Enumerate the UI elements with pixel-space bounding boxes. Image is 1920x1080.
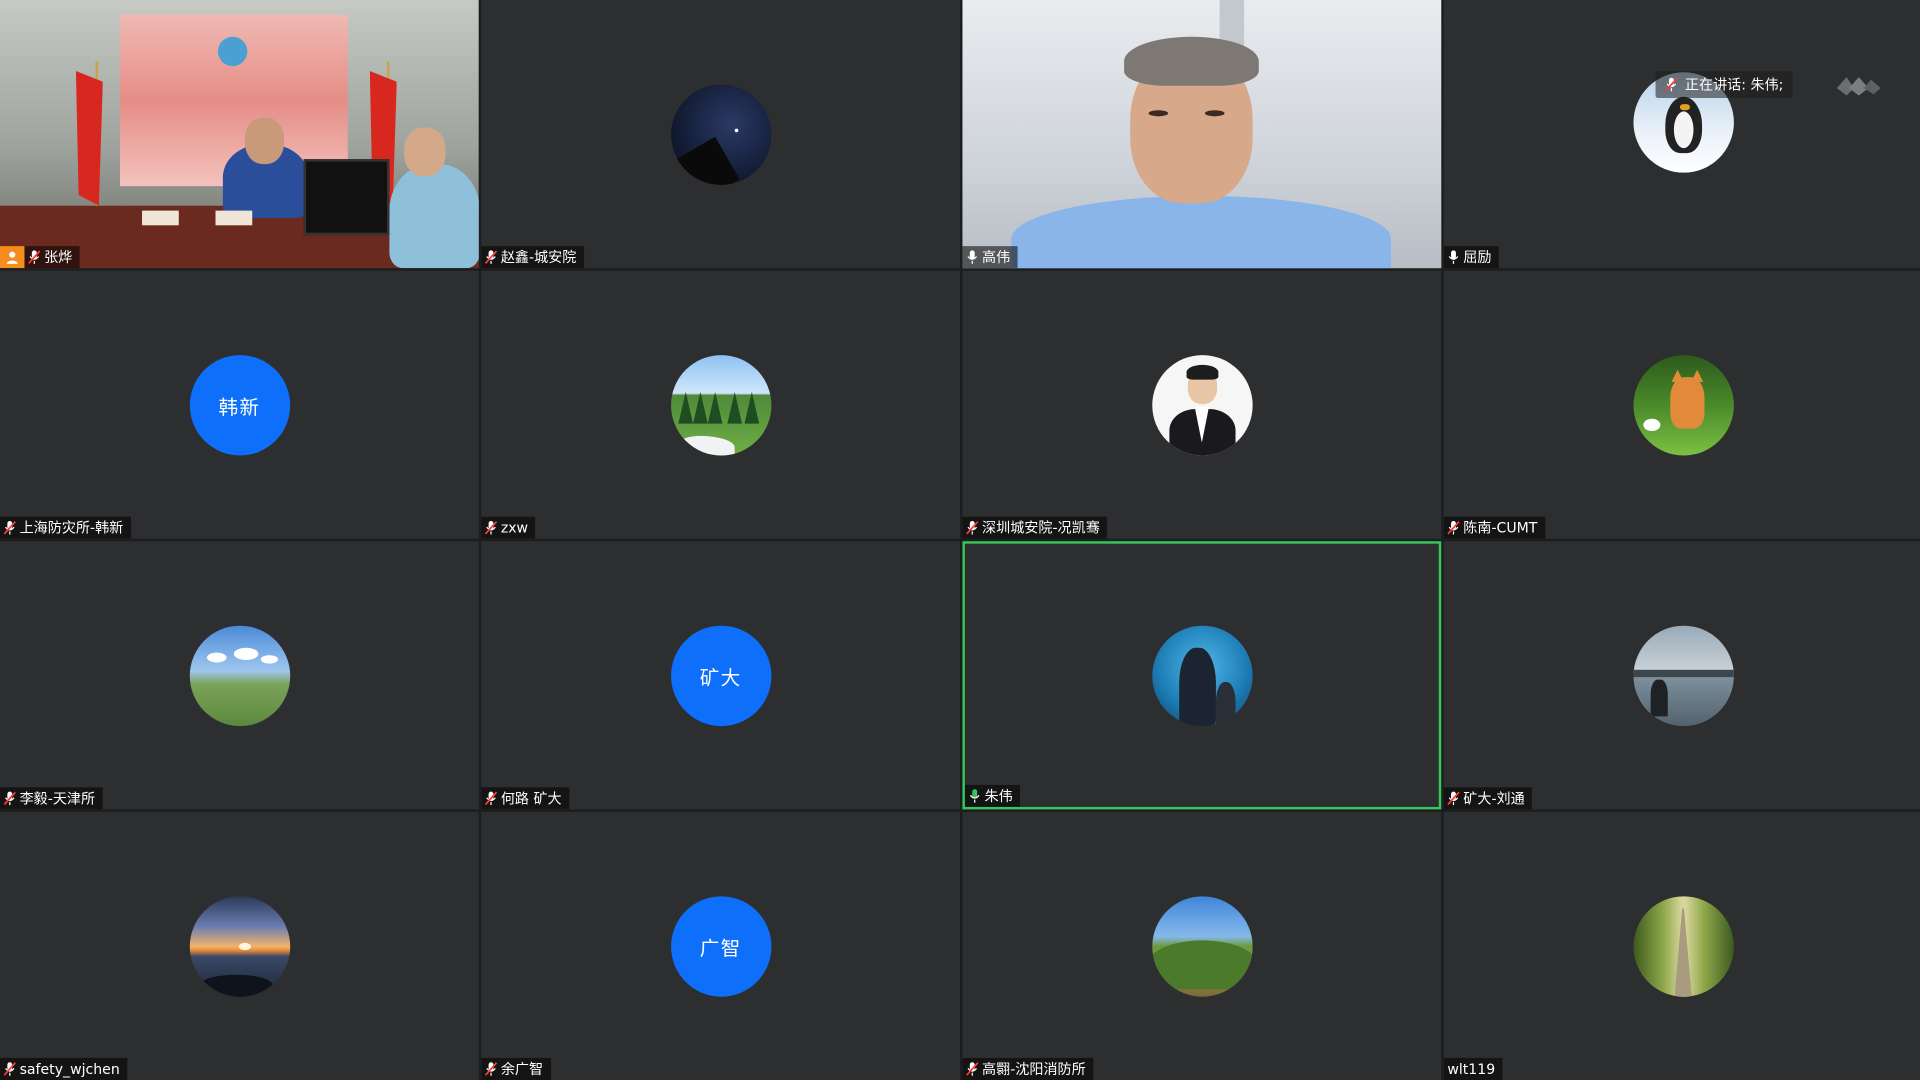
participant-tile-15[interactable]: 高翾-沈阳消防所 bbox=[962, 811, 1442, 1080]
participant-name-bar: 朱伟 bbox=[964, 784, 1021, 807]
participant-tile-6[interactable]: zxw bbox=[481, 270, 961, 539]
participant-name-bar: 余广智 bbox=[481, 1057, 551, 1080]
participant-name: zxw bbox=[500, 519, 529, 537]
participant-name-bar: zxw bbox=[481, 516, 536, 539]
video-feed-conference-room bbox=[0, 0, 479, 269]
participant-tile-9[interactable]: 李毅-天津所 bbox=[0, 541, 479, 810]
participant-name-bar: 上海防灾所-韩新 bbox=[0, 516, 131, 539]
host-icon bbox=[0, 246, 25, 269]
participant-name-bar: 赵鑫-城安院 bbox=[481, 246, 584, 269]
mic-muted-icon bbox=[1665, 77, 1678, 92]
participant-name: 屈励 bbox=[1463, 248, 1492, 266]
participant-name: 赵鑫-城安院 bbox=[500, 248, 577, 266]
mic-muted-icon bbox=[3, 791, 16, 806]
participant-name: 何路 矿大 bbox=[500, 789, 562, 807]
mic-muted-icon bbox=[28, 250, 41, 264]
mic-muted-icon bbox=[484, 521, 498, 535]
participant-name-bar: 屈励 bbox=[1443, 246, 1499, 269]
participant-name: 高伟 bbox=[982, 248, 1011, 266]
participant-tile-14[interactable]: 广智 余广智 bbox=[481, 811, 961, 1080]
avatar-initials: 韩新 bbox=[189, 354, 290, 455]
avatar-portrait bbox=[1151, 354, 1253, 455]
participant-tile-2[interactable]: 赵鑫-城安院 bbox=[481, 0, 961, 269]
mic-speaking-icon bbox=[969, 789, 980, 803]
participant-tile-4[interactable]: 屈励 bbox=[1443, 0, 1920, 269]
participant-name: 上海防灾所-韩新 bbox=[19, 519, 124, 537]
participant-tile-8[interactable]: 陈南-CUMT bbox=[1443, 270, 1920, 539]
participant-name: 深圳城安院-况凯骞 bbox=[982, 519, 1100, 537]
app-logo-icon bbox=[1836, 77, 1881, 96]
participant-name-bar: 何路 矿大 bbox=[481, 787, 569, 810]
participant-name: 余广智 bbox=[500, 1060, 544, 1078]
mic-muted-icon bbox=[966, 1062, 979, 1076]
participant-name: 陈南-CUMT bbox=[1463, 519, 1538, 537]
avatar-cat bbox=[1632, 354, 1734, 455]
participant-tile-1[interactable]: 张烨 bbox=[0, 0, 479, 269]
avatar-meadow bbox=[189, 625, 290, 726]
participant-name-bar: 张烨 bbox=[0, 246, 80, 269]
participant-name-bar: 高翾-沈阳消防所 bbox=[962, 1057, 1094, 1080]
meeting-stage: 张烨 赵鑫-城安院 高伟 屈励 韩新 上海防灾所-韩新 zxw 深圳城安院-况凯… bbox=[0, 0, 1920, 1080]
participant-name: 张烨 bbox=[44, 248, 73, 266]
avatar-valley bbox=[1151, 895, 1253, 997]
participant-tile-12[interactable]: 矿大-刘通 bbox=[1443, 541, 1920, 810]
avatar-night-sky bbox=[670, 83, 771, 185]
mic-muted-icon bbox=[484, 250, 498, 264]
participant-name: 矿大-刘通 bbox=[1463, 789, 1525, 807]
mic-icon bbox=[967, 250, 978, 264]
mic-muted-icon bbox=[3, 521, 16, 535]
mic-muted-icon bbox=[1447, 521, 1460, 535]
speaking-indicator: 正在讲话: 朱伟; bbox=[1655, 71, 1794, 98]
mic-muted-icon bbox=[484, 1062, 498, 1076]
avatar-sunset bbox=[189, 895, 290, 997]
mic-muted-icon bbox=[966, 521, 979, 535]
mic-muted-icon bbox=[1447, 791, 1460, 806]
participant-tile-5[interactable]: 韩新 上海防灾所-韩新 bbox=[0, 270, 479, 539]
avatar-tree-road bbox=[1632, 895, 1734, 997]
avatar-lake bbox=[1632, 625, 1734, 726]
video-feed-speaker bbox=[962, 0, 1442, 269]
participant-name-bar: 陈南-CUMT bbox=[1443, 516, 1545, 539]
participant-name-bar: 深圳城安院-况凯骞 bbox=[962, 516, 1108, 539]
participant-name-bar: 矿大-刘通 bbox=[1443, 787, 1533, 810]
participant-tile-10[interactable]: 矿大 何路 矿大 bbox=[481, 541, 961, 810]
participant-name-bar: safety_wjchen bbox=[0, 1057, 128, 1080]
mic-muted-icon bbox=[3, 1062, 16, 1076]
avatar-initials: 广智 bbox=[670, 895, 771, 997]
participant-name: 高翾-沈阳消防所 bbox=[982, 1060, 1086, 1078]
participant-tile-7[interactable]: 深圳城安院-况凯骞 bbox=[962, 270, 1442, 539]
participant-name: safety_wjchen bbox=[19, 1060, 120, 1078]
participant-name: wlt119 bbox=[1447, 1060, 1496, 1078]
participant-name-bar: 李毅-天津所 bbox=[0, 787, 103, 810]
participant-tile-16[interactable]: wlt119 bbox=[1443, 811, 1920, 1080]
participant-grid: 张烨 赵鑫-城安院 高伟 屈励 韩新 上海防灾所-韩新 zxw 深圳城安院-况凯… bbox=[0, 0, 1920, 1080]
speaking-indicator-label: 正在讲话: 朱伟; bbox=[1684, 75, 1784, 94]
participant-name: 李毅-天津所 bbox=[19, 789, 96, 807]
participant-name-bar: 高伟 bbox=[962, 246, 1018, 269]
mic-icon bbox=[1448, 250, 1459, 264]
participant-name-bar: wlt119 bbox=[1443, 1057, 1503, 1080]
participant-tile-13[interactable]: safety_wjchen bbox=[0, 811, 479, 1080]
participant-tile-11-active-speaker[interactable]: 朱伟 bbox=[962, 541, 1442, 810]
avatar-initials: 矿大 bbox=[670, 625, 771, 726]
mic-muted-icon bbox=[484, 791, 498, 806]
avatar-aquarium bbox=[1151, 625, 1253, 726]
participant-tile-3[interactable]: 高伟 bbox=[962, 0, 1442, 269]
avatar-forest bbox=[670, 354, 771, 455]
participant-name: 朱伟 bbox=[984, 787, 1013, 805]
